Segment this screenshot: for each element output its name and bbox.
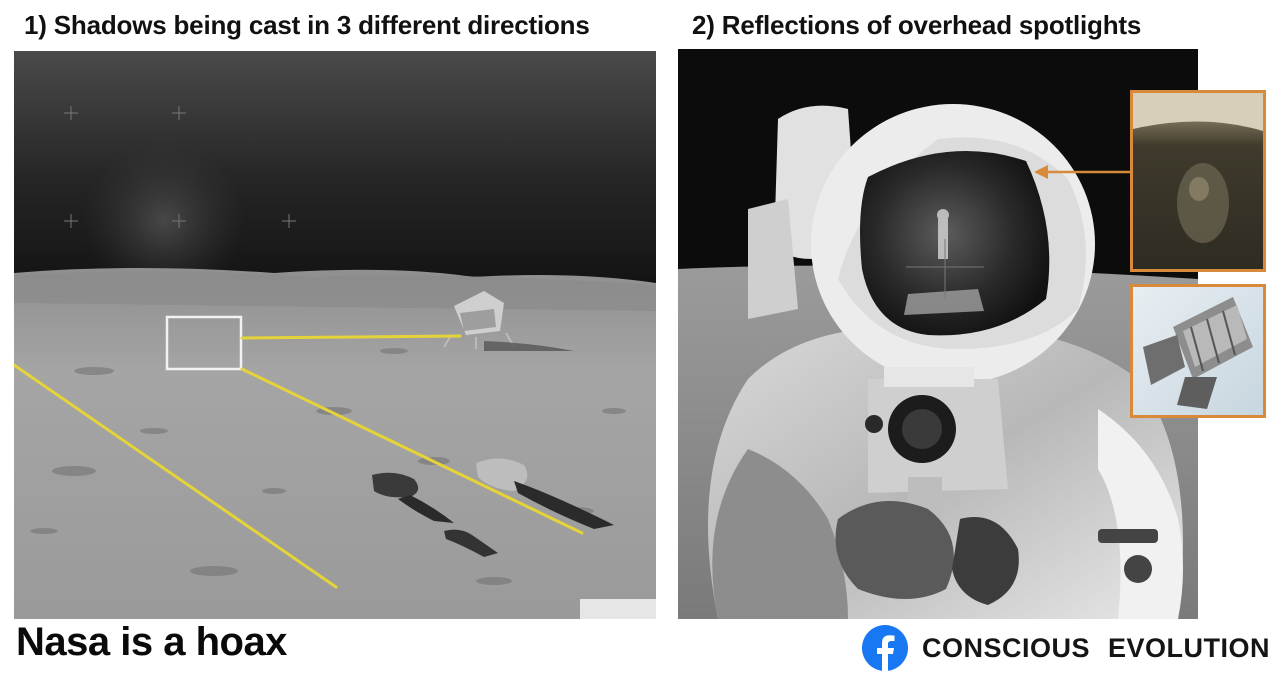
pointer-arrow	[1034, 165, 1132, 179]
headline: Nasa is a hoax	[16, 620, 287, 664]
facebook-icon[interactable]	[862, 625, 908, 671]
brand: CONSCIOUS EVOLUTION	[862, 625, 1271, 671]
astronaut-photo	[678, 49, 1198, 619]
caption-reflections: 2) Reflections of overhead spotlights	[692, 10, 1142, 40]
caption-shadows: 1) Shadows being cast in 3 different dir…	[24, 10, 590, 40]
lunar-surface-photo	[14, 51, 656, 619]
reflection-inset	[1130, 90, 1266, 272]
spotlight-inset	[1130, 284, 1266, 418]
brand-name: CONSCIOUS EVOLUTION	[922, 632, 1271, 663]
